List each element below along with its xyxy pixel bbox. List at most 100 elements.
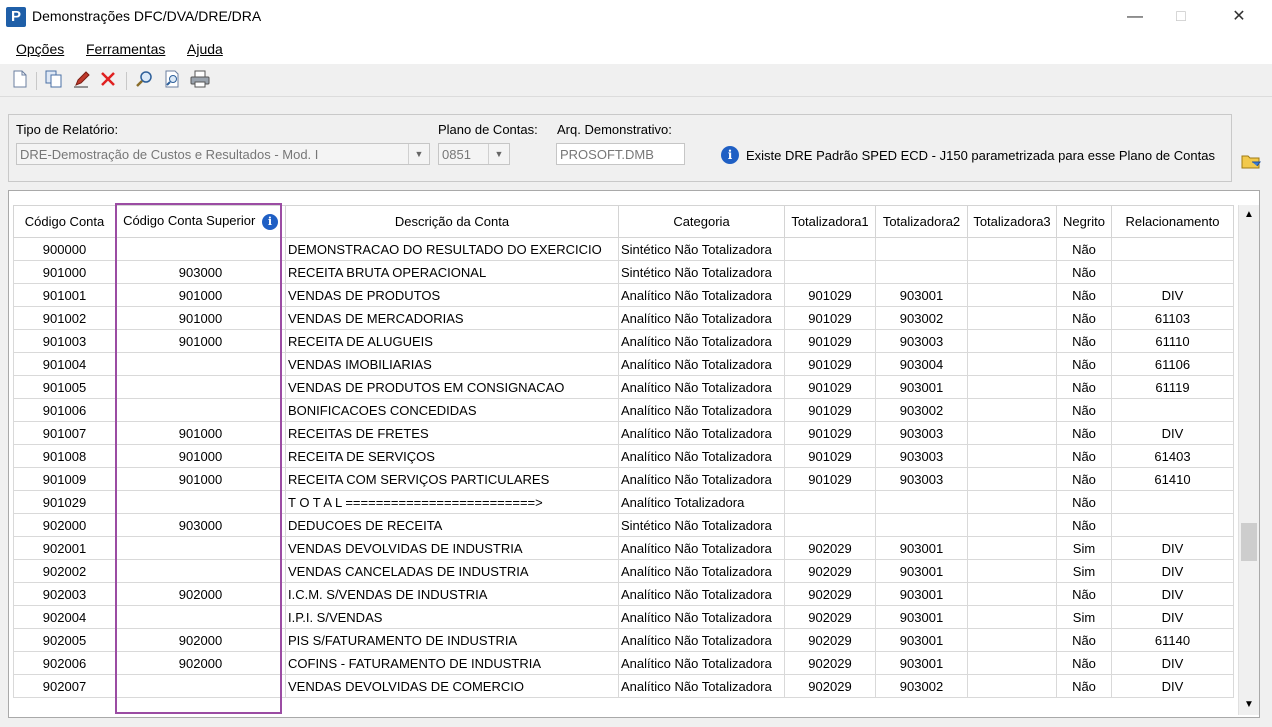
negrito-cell[interactable]: Sim [1056,559,1112,583]
totalizadora1-cell[interactable]: 902029 [784,674,876,698]
totalizadora2-cell[interactable]: 903001 [875,628,968,652]
col-categoria[interactable]: Categoria [618,205,785,238]
categoria-cell[interactable]: Analítico Não Totalizadora [618,398,785,422]
codigo-superior-cell[interactable] [115,375,286,399]
codigo-superior-cell[interactable] [115,352,286,376]
totalizadora2-cell[interactable]: 903001 [875,283,968,307]
categoria-cell[interactable]: Analítico Não Totalizadora [618,674,785,698]
codigo-conta-cell[interactable]: 902002 [13,559,116,583]
chevron-down-icon[interactable]: ▼ [488,144,509,164]
totalizadora3-cell[interactable] [967,237,1057,261]
categoria-cell[interactable]: Analítico Não Totalizadora [618,582,785,606]
scroll-down-icon[interactable]: ▼ [1239,695,1259,715]
relacionamento-cell[interactable]: DIV [1111,582,1234,606]
table-row[interactable]: 901003 901000 RECEITA DE ALUGUEIS Analítico… [13,329,1234,353]
table-row[interactable]: 901004 VENDAS IMOBILIARIAS Analítico Não T… [13,352,1234,376]
edit-icon[interactable] [72,70,92,90]
menu-ajuda[interactable]: Ajuda [187,41,223,57]
table-row[interactable]: 902001 VENDAS DEVOLVIDAS DE INDUSTRIA Anal… [13,536,1234,560]
totalizadora1-cell[interactable]: 901029 [784,306,876,330]
totalizadora1-cell[interactable] [784,237,876,261]
totalizadora2-cell[interactable]: 903002 [875,398,968,422]
totalizadora2-cell[interactable]: 903001 [875,605,968,629]
table-row[interactable]: 902003 902000 I.C.M. S/VENDAS DE INDUSTRIA… [13,582,1234,606]
totalizadora2-cell[interactable]: 903001 [875,375,968,399]
plano-contas-select[interactable]: 0851 ▼ [438,143,510,165]
folder-filter-icon[interactable] [1241,153,1261,169]
codigo-superior-cell[interactable] [115,605,286,629]
preview-icon[interactable] [162,70,182,90]
relacionamento-cell[interactable] [1111,260,1234,284]
codigo-conta-cell[interactable]: 900000 [13,237,116,261]
categoria-cell[interactable]: Sintético Não Totalizadora [618,237,785,261]
relacionamento-cell[interactable] [1111,513,1234,537]
descricao-cell[interactable]: RECEITAS DE FRETES [285,421,619,445]
categoria-cell[interactable]: Analítico Não Totalizadora [618,651,785,675]
categoria-cell[interactable]: Analítico Não Totalizadora [618,467,785,491]
table-row[interactable]: 901001 901000 VENDAS DE PRODUTOS Analítico … [13,283,1234,307]
relacionamento-cell[interactable]: 61110 [1111,329,1234,353]
descricao-cell[interactable]: I.C.M. S/VENDAS DE INDUSTRIA [285,582,619,606]
totalizadora1-cell[interactable]: 902029 [784,536,876,560]
negrito-cell[interactable]: Sim [1056,536,1112,560]
negrito-cell[interactable]: Não [1056,444,1112,468]
totalizadora3-cell[interactable] [967,375,1057,399]
totalizadora1-cell[interactable]: 901029 [784,283,876,307]
totalizadora3-cell[interactable] [967,467,1057,491]
relacionamento-cell[interactable]: DIV [1111,674,1234,698]
descricao-cell[interactable]: RECEITA DE ALUGUEIS [285,329,619,353]
totalizadora2-cell[interactable]: 903001 [875,536,968,560]
categoria-cell[interactable]: Analítico Não Totalizadora [618,536,785,560]
minimize-button[interactable]: — [1112,6,1158,28]
table-row[interactable]: 902004 I.P.I. S/VENDAS Analítico Não Total… [13,605,1234,629]
negrito-cell[interactable]: Não [1056,237,1112,261]
totalizadora2-cell[interactable]: 903003 [875,444,968,468]
totalizadora2-cell[interactable] [875,260,968,284]
codigo-superior-cell[interactable]: 903000 [115,260,286,284]
totalizadora2-cell[interactable]: 903001 [875,559,968,583]
codigo-conta-cell[interactable]: 901009 [13,467,116,491]
table-row[interactable]: 901029 T O T A L ========================… [13,490,1234,514]
codigo-superior-cell[interactable] [115,536,286,560]
categoria-cell[interactable]: Analítico Não Totalizadora [618,421,785,445]
totalizadora1-cell[interactable]: 901029 [784,398,876,422]
col-totalizadora2[interactable]: Totalizadora2 [875,205,968,238]
totalizadora1-cell[interactable] [784,260,876,284]
delete-icon[interactable] [98,70,118,90]
negrito-cell[interactable]: Não [1056,352,1112,376]
codigo-superior-cell[interactable] [115,559,286,583]
codigo-conta-cell[interactable]: 901006 [13,398,116,422]
totalizadora3-cell[interactable] [967,329,1057,353]
totalizadora1-cell[interactable]: 901029 [784,375,876,399]
totalizadora1-cell[interactable] [784,490,876,514]
totalizadora1-cell[interactable] [784,513,876,537]
negrito-cell[interactable]: Sim [1056,605,1112,629]
totalizadora3-cell[interactable] [967,398,1057,422]
categoria-cell[interactable]: Analítico Não Totalizadora [618,444,785,468]
table-row[interactable]: 902002 VENDAS CANCELADAS DE INDUSTRIA Anal… [13,559,1234,583]
scroll-up-icon[interactable]: ▲ [1239,205,1259,225]
table-row[interactable]: 902005 902000 PIS S/FATURAMENTO DE INDUSTR… [13,628,1234,652]
descricao-cell[interactable]: DEDUCOES DE RECEITA [285,513,619,537]
totalizadora3-cell[interactable] [967,582,1057,606]
relacionamento-cell[interactable]: 61119 [1111,375,1234,399]
totalizadora3-cell[interactable] [967,260,1057,284]
totalizadora2-cell[interactable]: 903001 [875,651,968,675]
codigo-conta-cell[interactable]: 901001 [13,283,116,307]
totalizadora2-cell[interactable]: 903003 [875,467,968,491]
totalizadora3-cell[interactable] [967,283,1057,307]
descricao-cell[interactable]: DEMONSTRACAO DO RESULTADO DO EXERCICIO [285,237,619,261]
relacionamento-cell[interactable] [1111,398,1234,422]
negrito-cell[interactable]: Não [1056,467,1112,491]
table-row[interactable]: 902000 903000 DEDUCOES DE RECEITA Sintético… [13,513,1234,537]
table-row[interactable]: 900000 DEMONSTRACAO DO RESULTADO DO EXERC… [13,237,1234,261]
codigo-conta-cell[interactable]: 901002 [13,306,116,330]
negrito-cell[interactable]: Não [1056,674,1112,698]
table-row[interactable]: 902006 902000 COFINS - FATURAMENTO DE INDU… [13,651,1234,675]
col-relacionamento[interactable]: Relacionamento [1111,205,1234,238]
totalizadora3-cell[interactable] [967,513,1057,537]
negrito-cell[interactable]: Não [1056,329,1112,353]
descricao-cell[interactable]: RECEITA BRUTA OPERACIONAL [285,260,619,284]
relacionamento-cell[interactable]: 61140 [1111,628,1234,652]
totalizadora2-cell[interactable]: 903002 [875,674,968,698]
